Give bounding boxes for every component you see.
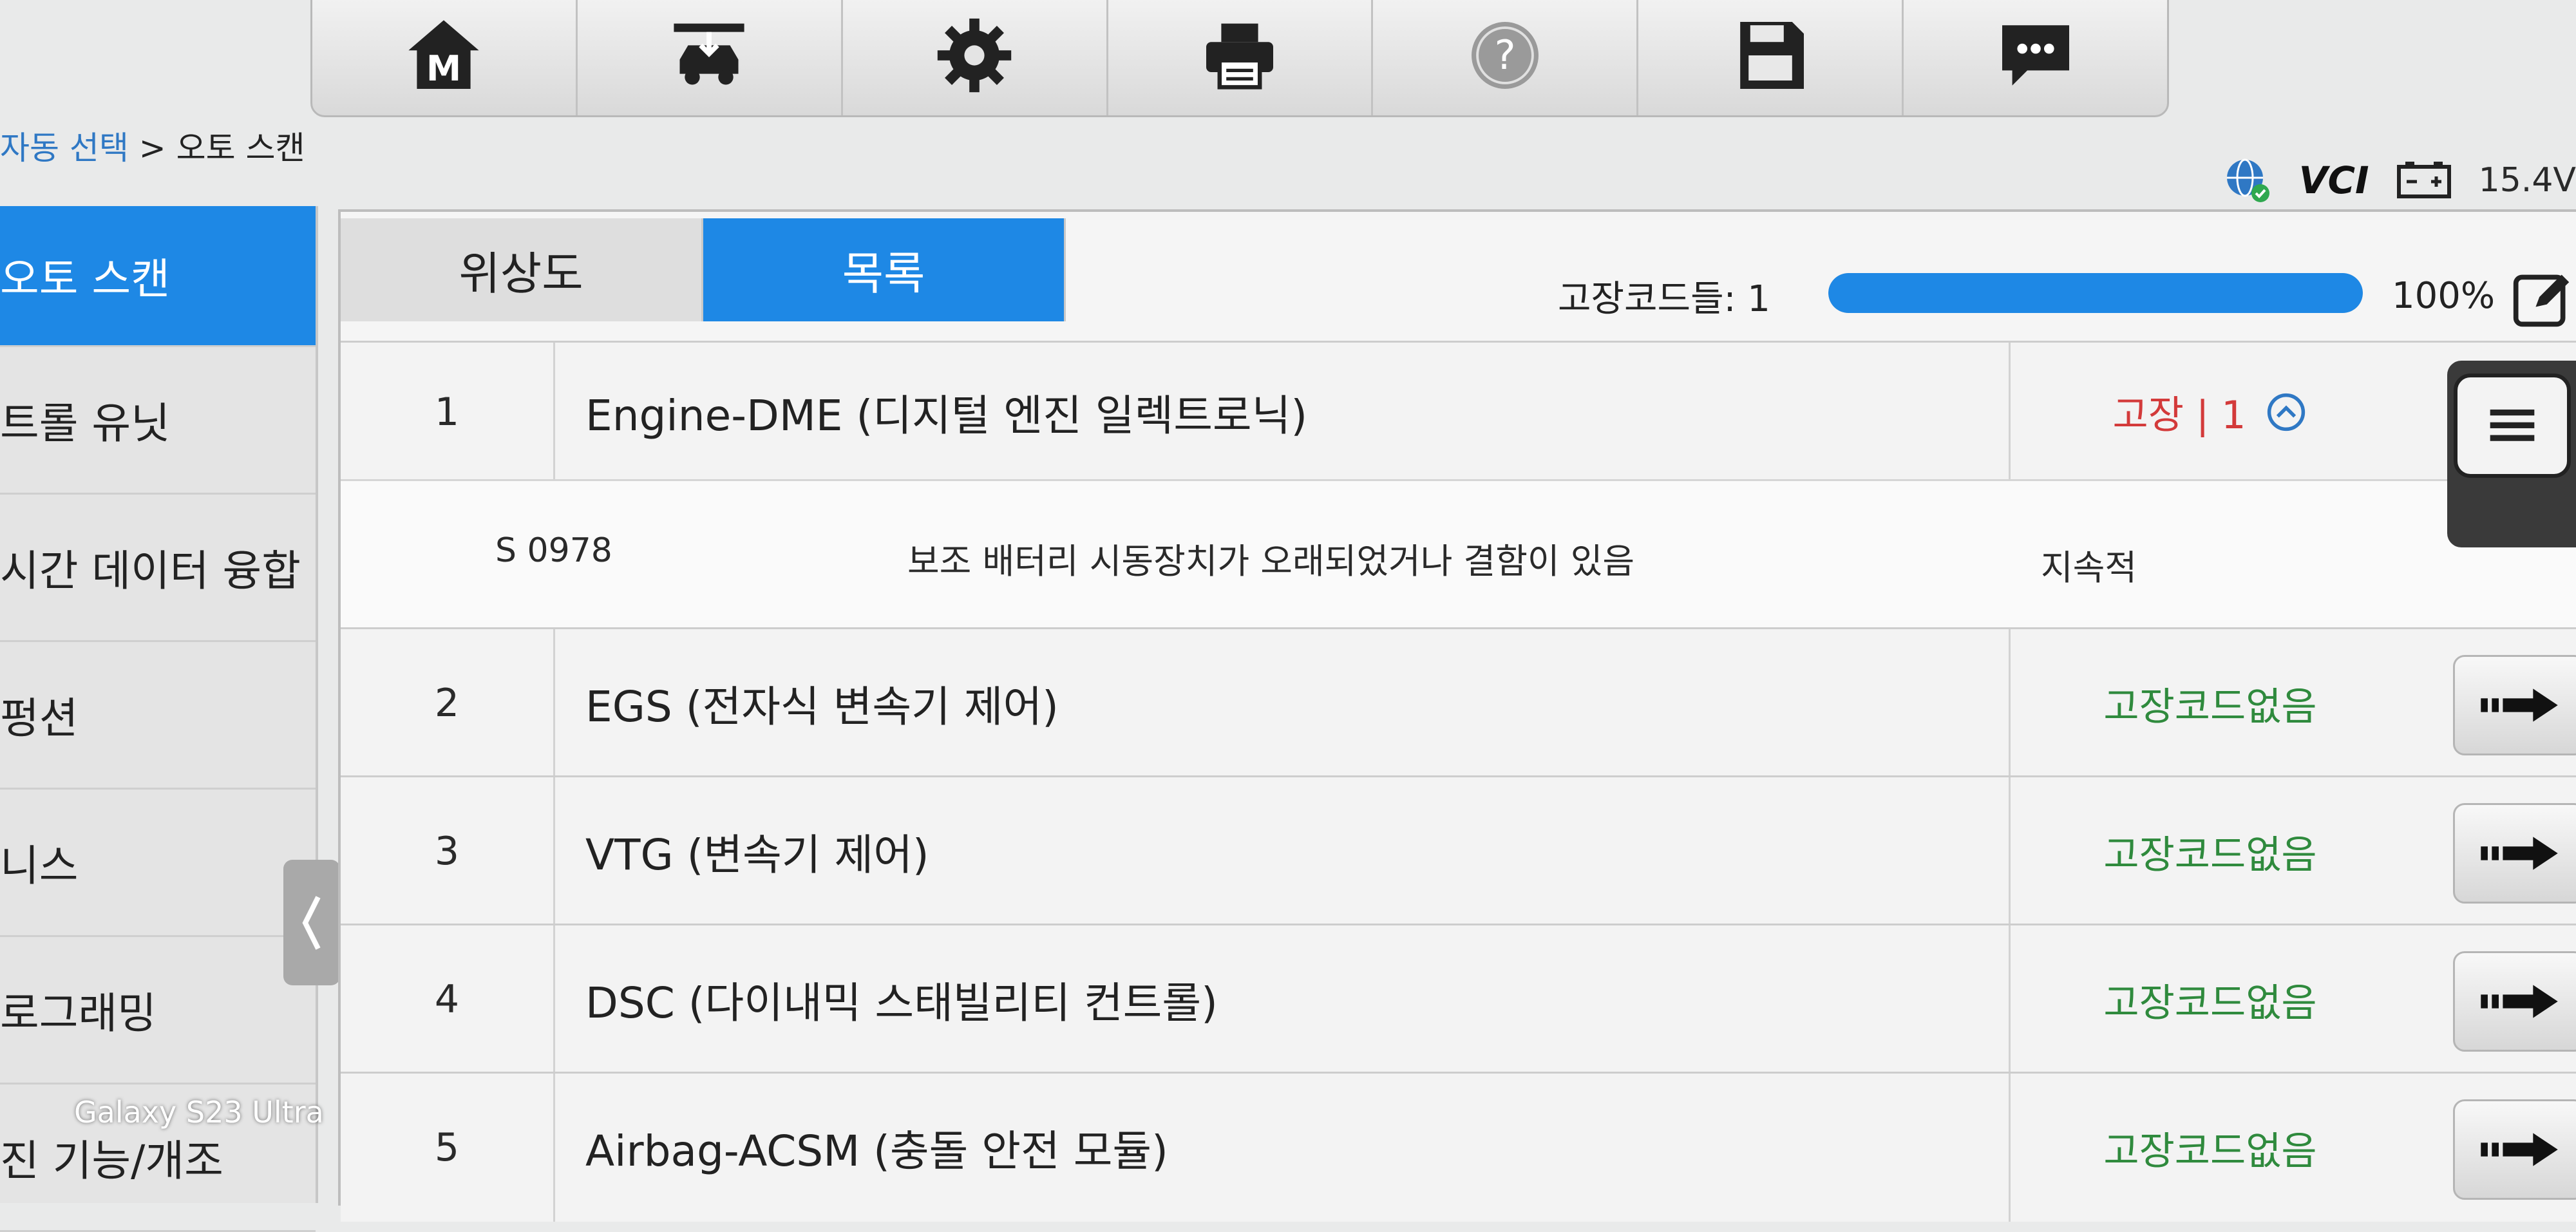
gear-icon: [937, 18, 1012, 93]
help-button[interactable]: ?: [1373, 0, 1639, 115]
chevron-left-icon: [302, 895, 321, 950]
camera-watermark: Galaxy S23 Ultra: [74, 1095, 324, 1130]
sidebar-item-live-data[interactable]: 시간 데이터 융합: [0, 495, 316, 642]
chevron-up-circle-icon[interactable]: [2265, 391, 2307, 433]
enter-ecu-button[interactable]: [2453, 1099, 2576, 1200]
sidebar-item-label: 시간 데이터 융합: [0, 546, 301, 596]
save-icon: [1739, 22, 1804, 89]
sidebar-item-service[interactable]: 니스: [0, 790, 316, 937]
row-number: 1: [341, 343, 555, 481]
table-row[interactable]: 1 Engine-DME (디지털 엔진 일렉트로닉) 고장 | 1: [341, 341, 2576, 481]
fault-type: 지속적: [2041, 547, 2137, 588]
help-icon: ?: [1471, 22, 1539, 89]
sidebar-item-programming[interactable]: 로그래밍: [0, 937, 316, 1085]
main-panel: 위상도 목록 고장코드들: 1 100% 1 Engine-DME (디지털 엔…: [338, 209, 2576, 1222]
row-number: 2: [341, 629, 555, 777]
print-button[interactable]: [1108, 0, 1374, 115]
svg-text:M: M: [426, 48, 461, 89]
settings-button[interactable]: [843, 0, 1108, 115]
vehicle-button[interactable]: [578, 0, 843, 115]
save-button[interactable]: [1638, 0, 1904, 115]
scan-progress-bar: [1828, 273, 2363, 313]
sidebar-item-function[interactable]: 펑션: [0, 642, 316, 790]
tab-list[interactable]: 목록: [703, 218, 1066, 321]
enter-ecu-button[interactable]: [2453, 655, 2576, 755]
ecu-name: VTG (변속기 제어): [585, 830, 929, 880]
floating-tool-widget[interactable]: [2447, 361, 2576, 547]
scan-progress-fill: [1828, 273, 2363, 313]
ecu-status: 고장 | 1: [2009, 343, 2410, 481]
table-row[interactable]: 5 Airbag-ACSM (충돌 안전 모듈) 고장코드없음: [341, 1072, 2576, 1222]
battery-voltage: 15.4V: [2478, 161, 2576, 200]
enter-ecu-button[interactable]: [2453, 803, 2576, 904]
fault-code: S 0978: [495, 531, 612, 570]
edit-icon[interactable]: [2511, 269, 2573, 330]
arrow-right-icon: [2481, 985, 2558, 1018]
ecu-status: 고장코드없음: [2009, 629, 2410, 777]
sidebar-item-control-unit[interactable]: 트롤 유닛: [0, 347, 316, 495]
ecu-status: 고장코드없음: [2009, 1074, 2410, 1222]
sidebar-item-label: 로그래밍: [0, 989, 156, 1038]
home-button[interactable]: M: [312, 0, 578, 115]
sidebar-item-label: 펑션: [0, 694, 79, 743]
breadcrumb-current: 오토 스캔: [176, 129, 305, 167]
table-row[interactable]: 3 VTG (변속기 제어) 고장코드없음: [341, 775, 2576, 925]
row-number: 4: [341, 925, 555, 1074]
car-lift-icon: [674, 23, 744, 85]
arrow-right-icon: [2481, 688, 2558, 722]
sidebar: 오토 스캔 트롤 유닛 시간 데이터 융합 펑션 니스 로그래밍 진 기능/개조: [0, 206, 318, 1232]
breadcrumb-link[interactable]: 자동 선택: [0, 129, 129, 167]
view-tabs: 위상도 목록: [341, 218, 1066, 321]
arrow-right-icon: [2481, 837, 2558, 870]
sidebar-item-auto-scan[interactable]: 오토 스캔: [0, 206, 316, 347]
battery-icon: [2396, 162, 2451, 198]
ecu-name: EGS (전자식 변속기 제어): [585, 682, 1059, 732]
tab-label: 목록: [842, 247, 925, 300]
table-row[interactable]: 2 EGS (전자식 변속기 제어) 고장코드없음: [341, 627, 2576, 777]
breadcrumb-separator: >: [128, 129, 176, 167]
message-button[interactable]: [1904, 0, 2167, 115]
sidebar-collapse-handle[interactable]: [283, 860, 340, 985]
sidebar-item-label: 트롤 유닛: [0, 399, 170, 448]
fault-status-text: 고장 | 1: [2112, 393, 2246, 438]
row-number: 5: [341, 1074, 555, 1222]
top-toolbar: M ?: [310, 0, 2169, 117]
sidebar-item-label: 오토 스캔: [0, 254, 170, 304]
status-bar: VCI 15.4V: [2222, 155, 2576, 206]
tab-label: 위상도: [459, 247, 583, 300]
sidebar-item-label: 니스: [0, 841, 79, 891]
tab-topology[interactable]: 위상도: [341, 218, 703, 321]
arrow-right-icon: [2481, 1133, 2558, 1166]
menu-list-icon: [2454, 374, 2571, 478]
vci-status: VCI: [2298, 158, 2369, 202]
ecu-status: 고장코드없음: [2009, 777, 2410, 925]
sidebar-item-label: 진 기능/개조: [0, 1136, 223, 1186]
fault-description: 보조 배터리 시동장치가 오래되었거나 결함이 있음: [907, 541, 1635, 582]
ecu-name: Engine-DME (디지털 엔진 일렉트로닉): [585, 390, 1308, 441]
scan-progress-percent: 100%: [2392, 275, 2496, 317]
table-row[interactable]: 4 DSC (다이내믹 스태빌리티 컨트롤) 고장코드없음: [341, 924, 2576, 1074]
svg-text:?: ?: [1494, 32, 1515, 79]
network-globe-icon: [2226, 158, 2269, 202]
home-m-icon: M: [408, 20, 480, 89]
chat-icon: [2002, 25, 2069, 86]
row-number: 3: [341, 777, 555, 925]
breadcrumb: 자동 선택 > 오토 스캔: [0, 122, 305, 169]
ecu-status: 고장코드없음: [2009, 925, 2410, 1074]
fault-detail-row: S 0978 보조 배터리 시동장치가 오래되었거나 결함이 있음 지속적: [341, 479, 2576, 629]
enter-ecu-button[interactable]: [2453, 951, 2576, 1052]
printer-icon: [1206, 23, 1273, 90]
dtc-count: 고장코드들: 1: [1558, 278, 1770, 320]
ecu-name: Airbag-ACSM (충돌 안전 모듈): [585, 1126, 1168, 1176]
ecu-name: DSC (다이내믹 스태빌리티 컨트롤): [585, 978, 1218, 1028]
